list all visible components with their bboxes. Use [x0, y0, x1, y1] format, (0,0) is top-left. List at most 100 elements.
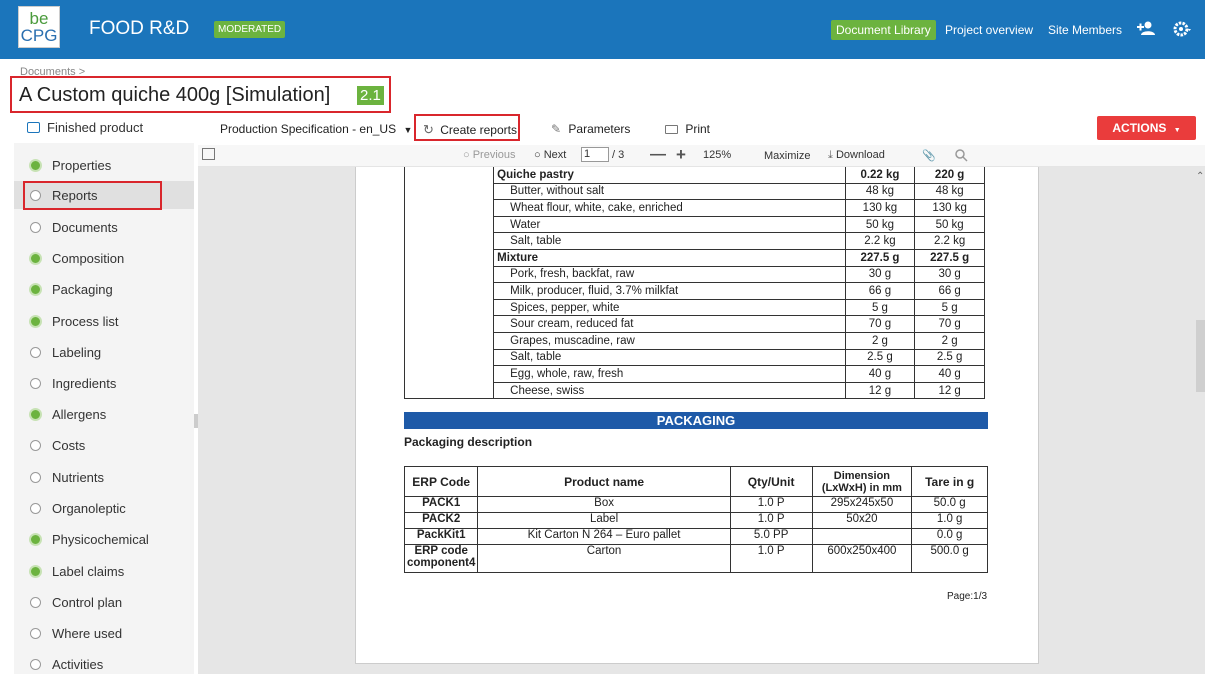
pdf-viewer[interactable]: Quiche pastry 0.22 kg 220 g Butter, without…	[198, 167, 1205, 674]
col-header: Product name	[477, 466, 731, 497]
sidebar-item-ingredients[interactable]: Ingredients	[14, 369, 194, 397]
packaging-row: PACK1 Box 1.0 P 295x245x50 50.0 g	[403, 496, 988, 513]
scroll-up-icon[interactable]: ⌃	[1196, 171, 1204, 182]
packaging-cell: 1.0 P	[729, 512, 813, 529]
ingredient-row: Mixture 227.5 g 227.5 g	[403, 248, 985, 267]
row-spacer-cell	[403, 199, 495, 217]
sidebar-item-organoleptic[interactable]: Organoleptic	[14, 494, 194, 522]
sidebar-item-labeling[interactable]: Labeling	[14, 338, 194, 366]
becpg-logo[interactable]: be CPG	[18, 6, 60, 48]
ingredient-row: Salt, table 2.2 kg 2.2 kg	[403, 232, 985, 250]
previous-page-button[interactable]: ○ Previous	[463, 149, 516, 161]
nav-site-members[interactable]: Site Members	[1048, 23, 1122, 37]
status-dot-icon	[30, 222, 41, 233]
ingredient-name: Grapes, muscadine, raw	[493, 331, 846, 350]
ingredient-qty: 12 g	[844, 381, 916, 400]
ingredient-qty: 130 kg	[844, 199, 916, 217]
sidebar-item-label-claims[interactable]: Label claims	[14, 557, 194, 585]
report-page: Quiche pastry 0.22 kg 220 g Butter, without…	[355, 167, 1039, 664]
sidebar-item-nutrients[interactable]: Nutrients	[14, 463, 194, 491]
packaging-cell: 0.0 g	[911, 528, 988, 545]
ingredient-name: Butter, without salt	[493, 182, 846, 201]
ingredient-name: Quiche pastry	[493, 167, 846, 184]
packaging-cell: Kit Carton N 264 – Euro pallet	[477, 528, 731, 545]
packaging-description-label: Packaging description	[404, 435, 533, 449]
ingredient-qty: 40 g	[844, 365, 916, 383]
site-title[interactable]: FOOD R&D	[89, 18, 189, 40]
product-icon	[27, 122, 40, 133]
row-spacer-cell	[403, 282, 495, 300]
maximize-button[interactable]: Maximize	[764, 150, 810, 162]
actions-button[interactable]: ACTIONS ▼	[1097, 116, 1196, 140]
pdf-viewer-toolbar: ○ Previous ○ Next 1 / 3 — + 125% Maximiz…	[198, 145, 1205, 167]
ingredient-qty: 5 g	[844, 298, 916, 317]
status-dot-icon	[30, 316, 41, 327]
report-toolbar: Production Specification - en_US ▼ ↻ Cre…	[198, 114, 1205, 144]
sidebar-item-allergens[interactable]: Allergens	[14, 400, 194, 428]
row-spacer-cell	[403, 167, 495, 184]
sidebar-item-costs[interactable]: Costs	[14, 431, 194, 459]
ingredient-qty: 66 g	[844, 282, 916, 300]
next-page-button[interactable]: ○ Next	[534, 149, 566, 161]
packaging-cell: 50x20	[811, 512, 913, 529]
ingredient-row: Pork, fresh, backfat, raw 30 g 30 g	[403, 265, 985, 284]
sidebar-item-packaging[interactable]: Packaging	[14, 275, 194, 303]
col-header: Tare in g	[911, 466, 988, 497]
status-dot-icon	[30, 160, 41, 171]
row-spacer-cell	[403, 382, 495, 400]
attachment-icon[interactable]: 📎	[922, 149, 936, 162]
print-button[interactable]: Print	[665, 122, 710, 136]
nav-document-library[interactable]: Document Library	[831, 20, 936, 40]
sidebar-item-process-list[interactable]: Process list	[14, 307, 194, 335]
ingredient-row: Salt, table 2.5 g 2.5 g	[403, 348, 985, 367]
packaging-cell: Box	[477, 496, 731, 513]
sidebar-toggle-icon[interactable]	[202, 148, 215, 160]
row-spacer-cell	[403, 315, 495, 333]
parameters-button[interactable]: ✎ Parameters	[551, 122, 630, 136]
nav-project-overview[interactable]: Project overview	[945, 23, 1033, 37]
sidebar-item-properties[interactable]: Properties	[14, 151, 194, 179]
row-spacer-cell	[403, 232, 495, 250]
download-button[interactable]: ⤓ Download	[828, 149, 885, 162]
ingredient-row: Egg, whole, raw, fresh 40 g 40 g	[403, 365, 985, 383]
zoom-in-icon[interactable]: +	[676, 145, 686, 165]
zoom-level[interactable]: 125%	[703, 149, 731, 161]
row-spacer-cell	[403, 183, 495, 200]
row-spacer-cell	[403, 299, 495, 316]
packaging-cell: 295x245x50	[811, 496, 913, 513]
printer-icon	[665, 125, 678, 134]
add-user-icon[interactable]	[1137, 20, 1155, 40]
ingredient-qty-per-unit: 40 g	[914, 365, 985, 383]
packaging-cell: PackKit1	[403, 528, 479, 545]
ingredient-row: Cheese, swiss 12 g 12 g	[403, 381, 985, 400]
ingredient-qty-per-unit: 227.5 g	[914, 248, 985, 267]
sidebar-item-where-used[interactable]: Where used	[14, 619, 194, 647]
ingredient-name: Wheat flour, white, cake, enriched	[493, 199, 846, 217]
settings-gear-icon[interactable]	[1173, 20, 1191, 42]
ingredient-qty-per-unit: 70 g	[914, 315, 985, 333]
ingredient-row: Sour cream, reduced fat 70 g 70 g	[403, 315, 985, 333]
ingredient-qty: 0.22 kg	[844, 167, 916, 184]
zoom-out-icon[interactable]: —	[650, 146, 666, 164]
ingredient-qty: 48 kg	[844, 182, 916, 201]
report-template-select[interactable]: Production Specification - en_US ▼	[220, 122, 412, 136]
ingredient-row: Water 50 kg 50 kg	[403, 215, 985, 234]
ingredient-row: Butter, without salt 48 kg 48 kg	[403, 182, 985, 201]
status-dot-icon	[30, 409, 41, 420]
sidebar-item-physicochemical[interactable]: Physicochemical	[14, 525, 194, 553]
ingredient-qty: 2.2 kg	[844, 232, 916, 250]
sidebar-item-control-plan[interactable]: Control plan	[14, 588, 194, 616]
page-number-input[interactable]: 1	[581, 147, 609, 162]
download-icon: ⤓	[828, 149, 833, 161]
viewer-scrollbar[interactable]	[1196, 320, 1205, 392]
col-header: ERP Code	[403, 466, 479, 497]
search-icon[interactable]	[955, 149, 968, 165]
ingredient-qty-per-unit: 12 g	[914, 381, 985, 400]
sidebar-item-composition[interactable]: Composition	[14, 244, 194, 272]
sidebar-item-documents[interactable]: Documents	[14, 213, 194, 241]
ingredient-qty: 2.5 g	[844, 348, 916, 367]
packaging-section-title: PACKAGING	[404, 412, 988, 429]
ingredient-qty: 227.5 g	[844, 248, 916, 267]
packaging-row: ERP code component4 Carton 1.0 P 600x250x40…	[403, 544, 988, 573]
caret-down-icon: ▼	[403, 125, 413, 135]
